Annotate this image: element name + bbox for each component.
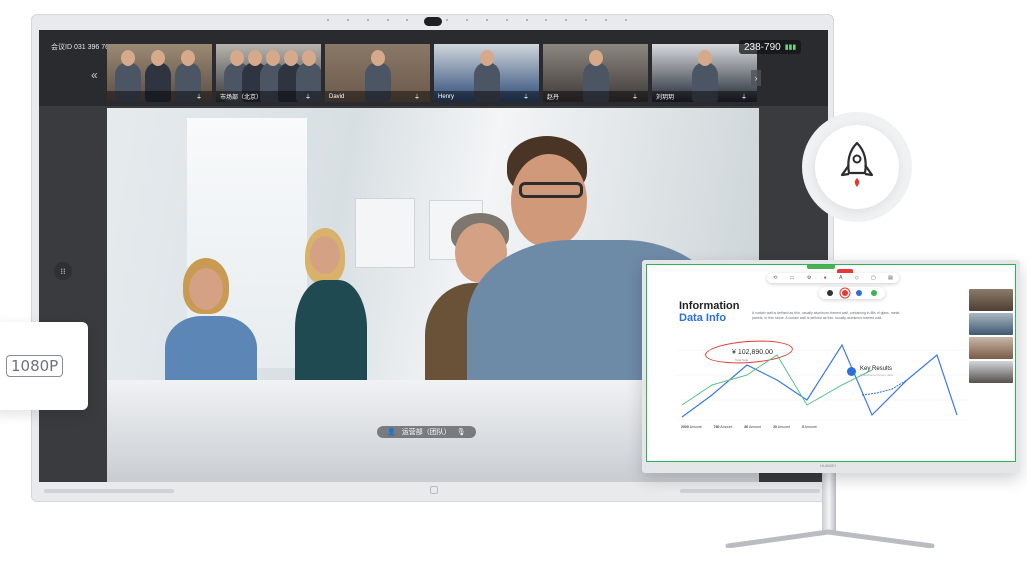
- annotation-toolbar: ⟲ ▭ ⚙ ● A ◇ ▢ ▤: [767, 269, 899, 283]
- pen-color-swatch[interactable]: [841, 290, 848, 296]
- product-scene: 会议ID 031 396 760 « ⏚ 市场部（北京） ⏚ David ⏚ Henry ⏚…: [0, 0, 1027, 570]
- mic-icon: ⏚: [413, 95, 420, 101]
- info-line-chart: [677, 343, 967, 421]
- mic-icon: 🎙: [456, 429, 466, 436]
- participant-woman-standing: [295, 228, 367, 400]
- info-title: Information: [679, 300, 740, 312]
- meeting-id-label: 会议ID 031 396 760: [51, 44, 113, 51]
- key-results-subtitle: Statistical summary data: [860, 373, 893, 377]
- info-subtitle: Data Info: [679, 312, 727, 324]
- select-icon[interactable]: ▢: [871, 275, 876, 281]
- participant-woman-left: [165, 258, 257, 396]
- room-number: 238-790: [744, 41, 781, 53]
- whiteboard-screen[interactable]: ⟲ ▭ ⚙ ● A ◇ ▢ ▤ Information Data Info A …: [646, 264, 1016, 462]
- mic-icon: ⏚: [522, 95, 529, 101]
- settings-icon[interactable]: ⚙: [807, 275, 811, 281]
- participant-thumbnail[interactable]: ⏚: [107, 44, 212, 102]
- pen-color-swatch[interactable]: [827, 290, 834, 296]
- main-video-name: 运营部（团队）: [401, 429, 451, 436]
- participant-thumbnails: ⏚ 市场部（北京） ⏚ David ⏚ Henry ⏚ 赵丹 ⏚ 刘玥玥 ⏚: [107, 44, 757, 102]
- stat-value: 20: [773, 425, 777, 429]
- key-results-title: Key Results: [860, 366, 893, 372]
- chevron-left-icon[interactable]: «: [91, 68, 98, 82]
- stat-item: 780 Amount: [714, 425, 733, 429]
- secondary-monitor: ⟲ ▭ ⚙ ● A ◇ ▢ ▤ Information Data Info A …: [642, 260, 1020, 473]
- stat-value: 5: [801, 425, 804, 429]
- participant-name: 赵丹: [547, 95, 560, 101]
- stat-unit: Amount: [777, 425, 790, 429]
- pen-color-swatch[interactable]: [856, 290, 863, 296]
- home-button[interactable]: [430, 486, 438, 494]
- undo-icon[interactable]: ⟲: [773, 275, 777, 281]
- info-description: A curtain wall is defined as thin, usual…: [752, 311, 900, 320]
- user-icon: 👤: [387, 429, 396, 436]
- main-video-caption: 👤 运营部（团队） 🎙: [377, 426, 476, 438]
- stat-unit: Amount: [804, 425, 817, 429]
- participant-thumbnail[interactable]: David ⏚: [325, 44, 430, 102]
- monitor-brand: HUAWEI: [820, 463, 836, 468]
- participant-thumbnail[interactable]: Henry ⏚: [434, 44, 539, 102]
- eraser-icon[interactable]: ◇: [855, 275, 859, 281]
- pen-color-picker: [819, 287, 885, 299]
- save-icon[interactable]: ▤: [888, 275, 893, 281]
- apps-grid-icon-left[interactable]: ⁝⁝: [54, 262, 72, 280]
- stat-value: 780: [713, 425, 720, 429]
- mic-icon: ⏚: [304, 95, 311, 101]
- participant-thumbnail[interactable]: 市场部（北京） ⏚: [216, 44, 321, 102]
- stat-unit: Amount: [720, 425, 733, 429]
- participant-name: David: [329, 93, 345, 100]
- participant-thumbnail[interactable]: 赵丹 ⏚: [543, 44, 648, 102]
- monitor-stand-base: [725, 529, 935, 548]
- mic-icon: ⏚: [740, 95, 747, 101]
- stat-unit: Amount: [749, 425, 762, 429]
- stat-item: 20 Amount: [773, 425, 790, 429]
- chevron-right-icon[interactable]: ›: [751, 70, 761, 86]
- participant-name: 市场部（北京）: [220, 95, 263, 101]
- monitor-participant-thumbs: [969, 289, 1013, 383]
- resolution-badge: 1080P: [6, 355, 64, 377]
- rocket-icon: [840, 141, 874, 187]
- key-results-icon: [847, 367, 856, 376]
- participant-name: 刘玥玥: [656, 95, 675, 101]
- stat-item: 5 Amount: [802, 425, 817, 429]
- mic-icon: ⏚: [631, 95, 638, 101]
- camera-sensor-strip: [327, 19, 627, 23]
- signal-icon: ▮▮▮: [784, 44, 797, 51]
- bottom-rail: [40, 485, 827, 497]
- participant-strip: 会议ID 031 396 760 « ⏚ 市场部（北京） ⏚ David ⏚ Henry ⏚…: [39, 30, 828, 106]
- pen-color-swatch[interactable]: [870, 290, 877, 296]
- rocket-bubble: [815, 125, 899, 209]
- stat-item: 2000 Amount: [681, 425, 702, 429]
- mic-icon: ⏚: [195, 95, 202, 101]
- stat-value: 80: [744, 425, 749, 429]
- camera-icon: [424, 17, 442, 26]
- pen-size-icon[interactable]: ▭: [790, 275, 795, 281]
- pen-icon[interactable]: ●: [824, 275, 827, 281]
- stat-unit: Amount: [689, 425, 702, 429]
- stat-value: 2000: [681, 425, 689, 429]
- room-number-badge: 238-790 ▮▮▮: [739, 40, 802, 54]
- participant-name: Henry: [438, 93, 455, 100]
- monitor-stand-neck: [822, 473, 836, 533]
- text-icon[interactable]: A: [839, 275, 842, 281]
- stats-row: 2000 Amount 780 Amount 80 Amount 20 Amount 5…: [681, 425, 817, 429]
- stat-item: 80 Amount: [744, 425, 761, 429]
- resolution-card: 1080P: [0, 322, 88, 410]
